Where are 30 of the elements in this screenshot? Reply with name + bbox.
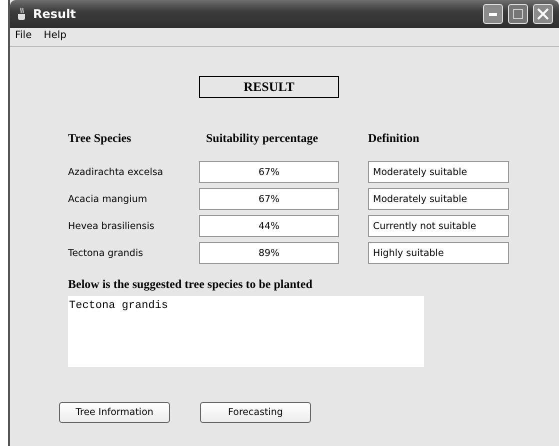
menu-item[interactable]: Help (44, 30, 67, 44)
column-header: Definition (368, 131, 420, 146)
species-name: Tectona grandis (68, 248, 144, 258)
window-title: Result (33, 7, 77, 21)
definition-field[interactable]: Highly suitable (368, 242, 509, 264)
coffee-cup-icon (16, 7, 28, 21)
close-icon (537, 8, 549, 20)
column-header: Tree Species (68, 131, 132, 146)
minimize-button[interactable] (483, 4, 503, 24)
close-button[interactable] (533, 4, 553, 24)
column-header: Suitability percentage (205, 131, 320, 146)
percentage-field[interactable]: 44% (199, 215, 339, 237)
suggestion-label: Below is the suggested tree species to be planted (68, 277, 314, 292)
species-name: Hevea brasiliensis (68, 220, 156, 232)
definition-field[interactable]: Moderately suitable (368, 188, 509, 210)
menu-item[interactable]: File (15, 30, 32, 44)
action-button[interactable]: Tree Information (59, 402, 170, 423)
minimize-icon (489, 12, 497, 16)
result-heading: RESULT (199, 76, 339, 98)
species-name: Azadirachta excelsa (68, 166, 164, 178)
action-button[interactable]: Forecasting (200, 402, 311, 423)
percentage-field[interactable]: 67% (199, 161, 339, 183)
maximize-icon (513, 9, 523, 19)
percentage-field[interactable]: 89% (199, 242, 339, 264)
suggestion-text-area[interactable]: Tectona grandis (68, 296, 424, 367)
maximize-button[interactable] (508, 4, 528, 24)
definition-field[interactable]: Moderately suitable (368, 161, 509, 183)
definition-field[interactable]: Currently not suitable (368, 215, 509, 237)
percentage-field[interactable]: 67% (199, 188, 339, 210)
species-name: Acacia mangium (68, 194, 148, 204)
